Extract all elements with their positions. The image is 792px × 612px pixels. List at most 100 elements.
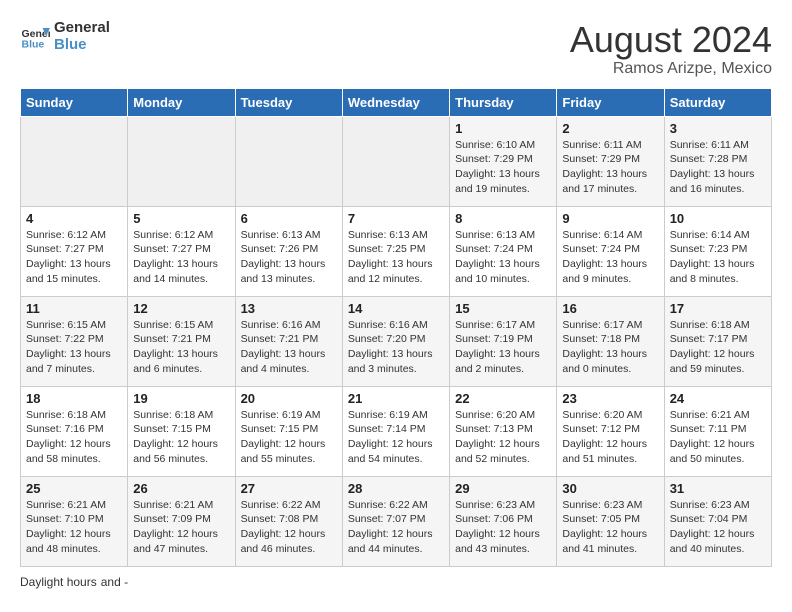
day-info: Sunrise: 6:22 AM Sunset: 7:08 PM Dayligh… — [241, 498, 337, 557]
main-title: August 2024 — [570, 20, 772, 60]
day-info: Sunrise: 6:11 AM Sunset: 7:28 PM Dayligh… — [670, 138, 766, 197]
day-info: Sunrise: 6:18 AM Sunset: 7:17 PM Dayligh… — [670, 318, 766, 377]
calendar-cell: 7 Sunrise: 6:13 AM Sunset: 7:25 PM Daylig… — [342, 206, 449, 296]
day-number: 4 — [26, 211, 122, 226]
day-info: Sunrise: 6:12 AM Sunset: 7:27 PM Dayligh… — [133, 228, 229, 287]
day-number: 7 — [348, 211, 444, 226]
calendar-week-row: 18Sunrise: 6:18 AM Sunset: 7:16 PM Dayli… — [21, 386, 772, 476]
calendar-cell: 20Sunrise: 6:19 AM Sunset: 7:15 PM Dayli… — [235, 386, 342, 476]
calendar-cell: 16 Sunrise: 6:17 AM Sunset: 7:18 PM Dayli… — [557, 296, 664, 386]
day-of-week-header: Sunday — [21, 88, 128, 116]
calendar-cell: 2Sunrise: 6:11 AM Sunset: 7:29 PM Daylig… — [557, 116, 664, 206]
day-number: 3 — [670, 121, 766, 136]
day-number: 12 — [133, 301, 229, 316]
calendar-week-row: 4 Sunrise: 6:12 AM Sunset: 7:27 PM Daylig… — [21, 206, 772, 296]
day-info: Sunrise: 6:23 AM Sunset: 7:04 PM Dayligh… — [670, 498, 766, 557]
day-info: Sunrise: 6:14 AM Sunset: 7:24 PM Dayligh… — [562, 228, 658, 287]
day-number: 22 — [455, 391, 551, 406]
subtitle: Ramos Arizpe, Mexico — [570, 60, 772, 78]
calendar-cell: 28 Sunrise: 6:22 AM Sunset: 7:07 PM Dayli… — [342, 476, 449, 566]
day-info: Sunrise: 6:13 AM Sunset: 7:24 PM Dayligh… — [455, 228, 551, 287]
day-of-week-header: Thursday — [450, 88, 557, 116]
day-number: 27 — [241, 481, 337, 496]
day-info: Sunrise: 6:20 AM Sunset: 7:12 PM Dayligh… — [562, 408, 658, 467]
day-of-week-header: Tuesday — [235, 88, 342, 116]
day-info: Sunrise: 6:21 AM Sunset: 7:11 PM Dayligh… — [670, 408, 766, 467]
logo-line2: Blue — [54, 37, 110, 54]
calendar-week-row: 11Sunrise: 6:15 AM Sunset: 7:22 PM Dayli… — [21, 296, 772, 386]
calendar-cell: 24 Sunrise: 6:21 AM Sunset: 7:11 PM Dayli… — [664, 386, 771, 476]
day-of-week-header: Saturday — [664, 88, 771, 116]
calendar-week-row: 1Sunrise: 6:10 AM Sunset: 7:29 PM Daylig… — [21, 116, 772, 206]
calendar-cell: 3 Sunrise: 6:11 AM Sunset: 7:28 PM Daylig… — [664, 116, 771, 206]
calendar-cell: 14Sunrise: 6:16 AM Sunset: 7:20 PM Dayli… — [342, 296, 449, 386]
day-number: 19 — [133, 391, 229, 406]
calendar-body: 1Sunrise: 6:10 AM Sunset: 7:29 PM Daylig… — [21, 116, 772, 566]
day-info: Sunrise: 6:17 AM Sunset: 7:19 PM Dayligh… — [455, 318, 551, 377]
day-info: Sunrise: 6:20 AM Sunset: 7:13 PM Dayligh… — [455, 408, 551, 467]
day-info: Sunrise: 6:13 AM Sunset: 7:26 PM Dayligh… — [241, 228, 337, 287]
day-number: 24 — [670, 391, 766, 406]
day-info: Sunrise: 6:23 AM Sunset: 7:05 PM Dayligh… — [562, 498, 658, 557]
calendar-cell: 4 Sunrise: 6:12 AM Sunset: 7:27 PM Daylig… — [21, 206, 128, 296]
svg-text:Blue: Blue — [22, 38, 45, 50]
calendar-cell: 8 Sunrise: 6:13 AM Sunset: 7:24 PM Daylig… — [450, 206, 557, 296]
calendar-cell: 23 Sunrise: 6:20 AM Sunset: 7:12 PM Dayli… — [557, 386, 664, 476]
day-number: 10 — [670, 211, 766, 226]
day-info: Sunrise: 6:19 AM Sunset: 7:15 PM Dayligh… — [241, 408, 337, 467]
logo: General Blue General Blue — [20, 20, 110, 53]
day-number: 14 — [348, 301, 444, 316]
day-of-week-header: Friday — [557, 88, 664, 116]
day-info: Sunrise: 6:14 AM Sunset: 7:23 PM Dayligh… — [670, 228, 766, 287]
day-number: 5 — [133, 211, 229, 226]
day-number: 25 — [26, 481, 122, 496]
day-number: 9 — [562, 211, 658, 226]
day-number: 21 — [348, 391, 444, 406]
day-of-week-header: Monday — [128, 88, 235, 116]
day-number: 16 — [562, 301, 658, 316]
day-number: 31 — [670, 481, 766, 496]
calendar-cell: 22 Sunrise: 6:20 AM Sunset: 7:13 PM Dayli… — [450, 386, 557, 476]
day-number: 28 — [348, 481, 444, 496]
calendar-cell: 6Sunrise: 6:13 AM Sunset: 7:26 PM Daylig… — [235, 206, 342, 296]
calendar-table: SundayMondayTuesdayWednesdayThursdayFrid… — [20, 88, 772, 567]
calendar-cell: 29 Sunrise: 6:23 AM Sunset: 7:06 PM Dayli… — [450, 476, 557, 566]
day-info: Sunrise: 6:15 AM Sunset: 7:21 PM Dayligh… — [133, 318, 229, 377]
day-info: Sunrise: 6:17 AM Sunset: 7:18 PM Dayligh… — [562, 318, 658, 377]
day-number: 13 — [241, 301, 337, 316]
day-number: 26 — [133, 481, 229, 496]
day-number: 2 — [562, 121, 658, 136]
calendar-cell: 10 Sunrise: 6:14 AM Sunset: 7:23 PM Dayli… — [664, 206, 771, 296]
calendar-week-row: 25 Sunrise: 6:21 AM Sunset: 7:10 PM Dayli… — [21, 476, 772, 566]
footer-and-dash: and - — [101, 575, 128, 589]
day-number: 30 — [562, 481, 658, 496]
day-number: 15 — [455, 301, 551, 316]
day-info: Sunrise: 6:22 AM Sunset: 7:07 PM Dayligh… — [348, 498, 444, 557]
page-header: General Blue General Blue August 2024 Ra… — [20, 20, 772, 78]
calendar-cell: 11Sunrise: 6:15 AM Sunset: 7:22 PM Dayli… — [21, 296, 128, 386]
logo-line1: General — [54, 20, 110, 37]
day-number: 29 — [455, 481, 551, 496]
calendar-header-row: SundayMondayTuesdayWednesdayThursdayFrid… — [21, 88, 772, 116]
calendar-cell — [235, 116, 342, 206]
day-info: Sunrise: 6:18 AM Sunset: 7:15 PM Dayligh… — [133, 408, 229, 467]
day-number: 23 — [562, 391, 658, 406]
day-info: Sunrise: 6:21 AM Sunset: 7:10 PM Dayligh… — [26, 498, 122, 557]
day-info: Sunrise: 6:16 AM Sunset: 7:21 PM Dayligh… — [241, 318, 337, 377]
day-info: Sunrise: 6:12 AM Sunset: 7:27 PM Dayligh… — [26, 228, 122, 287]
day-number: 1 — [455, 121, 551, 136]
calendar-cell: 15 Sunrise: 6:17 AM Sunset: 7:19 PM Dayli… — [450, 296, 557, 386]
calendar-cell — [342, 116, 449, 206]
day-number: 8 — [455, 211, 551, 226]
title-block: August 2024 Ramos Arizpe, Mexico — [570, 20, 772, 78]
calendar-cell: 12 Sunrise: 6:15 AM Sunset: 7:21 PM Dayli… — [128, 296, 235, 386]
day-info: Sunrise: 6:21 AM Sunset: 7:09 PM Dayligh… — [133, 498, 229, 557]
day-info: Sunrise: 6:15 AM Sunset: 7:22 PM Dayligh… — [26, 318, 122, 377]
footer: Daylight hours and - — [20, 575, 772, 589]
day-info: Sunrise: 6:18 AM Sunset: 7:16 PM Dayligh… — [26, 408, 122, 467]
calendar-cell: 21 Sunrise: 6:19 AM Sunset: 7:14 PM Dayli… — [342, 386, 449, 476]
day-info: Sunrise: 6:23 AM Sunset: 7:06 PM Dayligh… — [455, 498, 551, 557]
day-info: Sunrise: 6:19 AM Sunset: 7:14 PM Dayligh… — [348, 408, 444, 467]
calendar-cell: 19 Sunrise: 6:18 AM Sunset: 7:15 PM Dayli… — [128, 386, 235, 476]
day-info: Sunrise: 6:13 AM Sunset: 7:25 PM Dayligh… — [348, 228, 444, 287]
